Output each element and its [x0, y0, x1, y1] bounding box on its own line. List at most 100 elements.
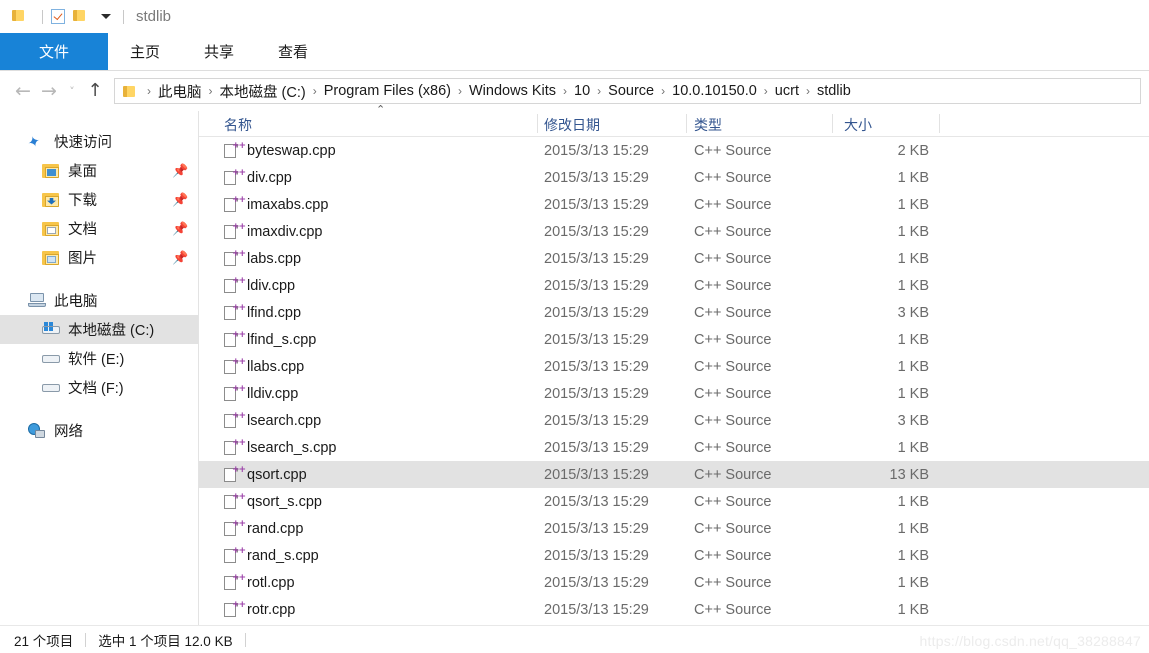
table-row[interactable]: ++ rotr.cpp 2015/3/13 15:29 C++ Source 1 KB [199, 596, 1149, 623]
table-row[interactable]: ++ rotl.cpp 2015/3/13 15:29 C++ Source 1 KB [199, 569, 1149, 596]
table-row[interactable]: ++ qsort_s.cpp 2015/3/13 15:29 C++ Source 1 … [199, 488, 1149, 515]
breadcrumb-item-source[interactable]: Source [608, 83, 654, 99]
breadcrumb-item-10[interactable]: 10 [574, 83, 590, 99]
breadcrumb-item-ucrt[interactable]: ucrt [775, 83, 799, 99]
breadcrumb-item-program-files[interactable]: Program Files (x86) [324, 83, 451, 99]
table-row[interactable]: ++ qsort.cpp 2015/3/13 15:29 C++ Source 13 K… [199, 461, 1149, 488]
address-bar: ← → ˅ ↑ › 此电脑 › 本地磁盘 (C:) › Program File… [0, 71, 1149, 111]
table-row[interactable]: ++ imaxdiv.cpp 2015/3/13 15:29 C++ Source 1 … [199, 218, 1149, 245]
file-size-cell: 1 KB [897, 250, 929, 267]
column-header-type[interactable]: 类型 [694, 115, 722, 135]
sidebar-item-network[interactable]: 网络 [0, 416, 198, 445]
tab-file[interactable]: 文件 [0, 33, 108, 70]
file-date-cell: 2015/3/13 15:29 [544, 304, 649, 321]
table-row[interactable]: ++ lfind_s.cpp 2015/3/13 15:29 C++ Source 1 … [199, 326, 1149, 353]
column-header-size[interactable]: 大小 [844, 115, 872, 135]
column-divider[interactable] [939, 114, 940, 133]
file-date-cell: 2015/3/13 15:29 [544, 412, 649, 429]
file-type-cell: C++ Source [694, 601, 772, 618]
sidebar-item-downloads[interactable]: 下载 📌 [0, 185, 198, 214]
file-name-label: llabs.cpp [247, 358, 305, 375]
tab-share[interactable]: 共享 [182, 33, 256, 70]
cpp-file-icon: ++ [224, 330, 246, 348]
file-name-label: imaxdiv.cpp [247, 223, 323, 240]
table-row[interactable]: ++ lsearch.cpp 2015/3/13 15:29 C++ Source 3 … [199, 407, 1149, 434]
file-size-cell: 1 KB [897, 358, 929, 375]
file-type-cell: C++ Source [694, 169, 772, 186]
folder-icon[interactable] [12, 9, 28, 25]
chevron-down-icon[interactable] [101, 14, 111, 19]
breadcrumb-separator: › [458, 84, 462, 98]
breadcrumb-item-local-disk[interactable]: 本地磁盘 (C:) [220, 81, 306, 102]
breadcrumb[interactable]: › 此电脑 › 本地磁盘 (C:) › Program Files (x86) … [114, 78, 1141, 104]
breadcrumb-item-windows-kits[interactable]: Windows Kits [469, 83, 556, 99]
sidebar-item-pictures[interactable]: 图片 📌 [0, 243, 198, 272]
file-name-label: labs.cpp [247, 250, 302, 267]
table-row[interactable]: ++ lldiv.cpp 2015/3/13 15:29 C++ Source 1 KB [199, 380, 1149, 407]
column-divider[interactable] [832, 114, 833, 133]
cpp-file-icon: ++ [224, 438, 246, 456]
column-header-date[interactable]: 修改日期 [544, 115, 600, 135]
file-name-cell: ++ lfind.cpp [224, 303, 301, 321]
table-row[interactable]: ++ rand_s.cpp 2015/3/13 15:29 C++ Source 1 K… [199, 542, 1149, 569]
sidebar-item-drive-f[interactable]: 文档 (F:) [0, 373, 198, 402]
new-folder-icon[interactable] [73, 9, 89, 25]
sidebar-item-label: 图片 [68, 251, 97, 267]
file-name-label: lldiv.cpp [247, 385, 299, 402]
file-size-cell: 1 KB [897, 385, 929, 402]
file-type-cell: C++ Source [694, 277, 772, 294]
window-title: stdlib [136, 8, 172, 25]
star-icon: ✦ [25, 131, 43, 152]
sidebar-item-this-pc[interactable]: 此电脑 [0, 286, 198, 315]
sidebar-item-desktop[interactable]: 桌面 📌 [0, 156, 198, 185]
table-row[interactable]: ++ llabs.cpp 2015/3/13 15:29 C++ Source 1 KB [199, 353, 1149, 380]
pin-icon[interactable]: 📌 [172, 222, 188, 235]
file-name-label: imaxabs.cpp [247, 196, 329, 213]
breadcrumb-item-stdlib[interactable]: stdlib [817, 83, 851, 99]
pin-icon[interactable]: 📌 [172, 193, 188, 206]
table-row[interactable]: ++ ldiv.cpp 2015/3/13 15:29 C++ Source 1 KB [199, 272, 1149, 299]
sidebar-item-documents[interactable]: 文档 📌 [0, 214, 198, 243]
file-rows: ++ byteswap.cpp 2015/3/13 15:29 C++ Source 2… [199, 137, 1149, 623]
navigation-pane: ✦ 快速访问 桌面 📌 下载 📌 文档 📌 图片 📌 此电脑 本地磁盘 (C:)… [0, 111, 198, 635]
file-date-cell: 2015/3/13 15:29 [544, 142, 649, 159]
file-type-cell: C++ Source [694, 196, 772, 213]
file-type-cell: C++ Source [694, 331, 772, 348]
pin-icon[interactable]: 📌 [172, 251, 188, 264]
properties-icon[interactable] [51, 8, 67, 25]
cpp-file-icon: ++ [224, 492, 246, 510]
file-name-label: qsort_s.cpp [247, 493, 322, 510]
folder-documents-icon [42, 221, 60, 237]
tab-home[interactable]: 主页 [108, 33, 182, 70]
file-name-cell: ++ rotr.cpp [224, 600, 295, 618]
table-row[interactable]: ++ labs.cpp 2015/3/13 15:29 C++ Source 1 KB [199, 245, 1149, 272]
pin-icon[interactable]: 📌 [172, 164, 188, 177]
table-row[interactable]: ++ lfind.cpp 2015/3/13 15:29 C++ Source 3 KB [199, 299, 1149, 326]
file-size-cell: 1 KB [897, 196, 929, 213]
file-name-label: ldiv.cpp [247, 277, 296, 294]
column-divider[interactable] [537, 114, 538, 133]
table-row[interactable]: ++ div.cpp 2015/3/13 15:29 C++ Source 1 KB [199, 164, 1149, 191]
up-button[interactable]: ↑ [82, 78, 108, 104]
sidebar-item-local-disk-c[interactable]: 本地磁盘 (C:) [0, 315, 198, 344]
sidebar-item-quick-access[interactable]: ✦ 快速访问 [0, 127, 198, 156]
ribbon-tabs: 文件 主页 共享 查看 [0, 33, 1149, 71]
table-row[interactable]: ++ rand.cpp 2015/3/13 15:29 C++ Source 1 KB [199, 515, 1149, 542]
file-type-cell: C++ Source [694, 250, 772, 267]
sidebar-item-drive-e[interactable]: 软件 (E:) [0, 344, 198, 373]
breadcrumb-separator: › [208, 84, 213, 98]
breadcrumb-item-version[interactable]: 10.0.10150.0 [672, 83, 757, 99]
local-disk-icon [42, 321, 60, 338]
column-divider[interactable] [686, 114, 687, 133]
sidebar-item-label: 文档 (F:) [68, 381, 124, 397]
column-header-name[interactable]: 名称 [224, 115, 252, 135]
tab-view[interactable]: 查看 [256, 33, 330, 70]
file-type-cell: C++ Source [694, 574, 772, 591]
forward-button[interactable]: → [36, 78, 62, 104]
back-button[interactable]: ← [10, 78, 36, 104]
recent-locations-button[interactable]: ˅ [62, 78, 82, 104]
table-row[interactable]: ++ imaxabs.cpp 2015/3/13 15:29 C++ Source 1 … [199, 191, 1149, 218]
breadcrumb-item-this-pc[interactable]: 此电脑 [158, 81, 202, 102]
table-row[interactable]: ++ lsearch_s.cpp 2015/3/13 15:29 C++ Source… [199, 434, 1149, 461]
table-row[interactable]: ++ byteswap.cpp 2015/3/13 15:29 C++ Source 2… [199, 137, 1149, 164]
